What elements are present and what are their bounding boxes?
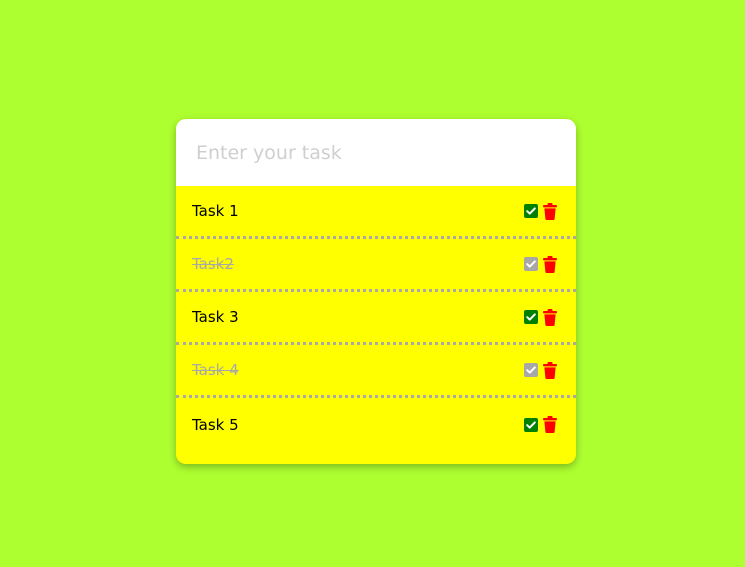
task-actions <box>524 308 557 326</box>
task-actions <box>524 255 557 273</box>
task-actions <box>524 361 557 379</box>
trash-icon[interactable] <box>543 202 557 220</box>
task-input-container <box>176 119 576 186</box>
trash-icon[interactable] <box>543 416 557 433</box>
task-item: Task2 <box>176 239 576 292</box>
task-label: Task 3 <box>192 308 239 326</box>
task-input[interactable] <box>176 119 576 186</box>
task-label: Task 1 <box>192 202 239 220</box>
check-square-icon[interactable] <box>524 363 538 377</box>
task-list: Task 1 Task2 Task 3 Task 4 Task 5 <box>176 186 576 451</box>
task-actions <box>524 202 557 220</box>
check-square-icon[interactable] <box>524 204 538 218</box>
task-item: Task 1 <box>176 186 576 239</box>
task-item: Task 5 <box>176 398 576 451</box>
check-square-icon[interactable] <box>524 310 538 324</box>
task-item: Task 4 <box>176 345 576 398</box>
task-actions <box>524 416 557 433</box>
task-label: Task2 <box>192 255 234 273</box>
todo-card: Task 1 Task2 Task 3 <box>176 119 576 464</box>
trash-icon[interactable] <box>543 255 557 273</box>
trash-icon[interactable] <box>543 361 557 379</box>
check-square-icon[interactable] <box>524 417 538 432</box>
check-square-icon[interactable] <box>524 257 538 271</box>
task-label: Task 5 <box>192 415 239 434</box>
task-item: Task 3 <box>176 292 576 345</box>
task-label: Task 4 <box>192 361 239 379</box>
trash-icon[interactable] <box>543 308 557 326</box>
